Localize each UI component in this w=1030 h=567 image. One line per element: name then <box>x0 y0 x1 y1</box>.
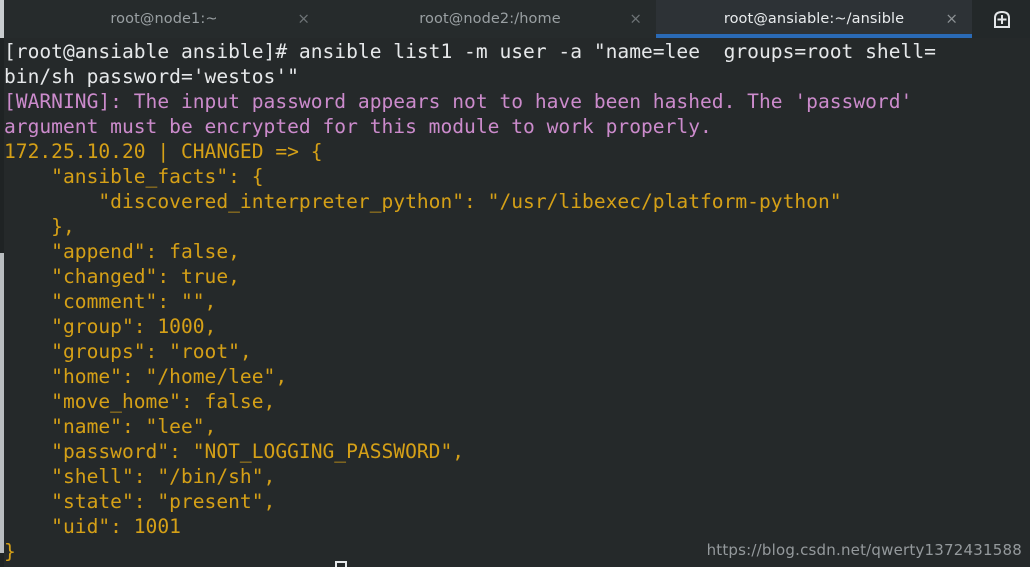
new-tab-icon[interactable] <box>974 0 1030 38</box>
tab-2[interactable]: root@node2:/home × <box>324 0 656 38</box>
terminal-line: "append": false, <box>4 240 240 263</box>
terminal-window: root@node1:~ × root@node2:/home × root@ansia… <box>0 0 1030 567</box>
terminal-line: "password": "NOT_LOGGING_PASSWORD", <box>4 440 465 463</box>
terminal-line: "name": "lee", <box>4 415 217 438</box>
tab-3[interactable]: root@ansiable:~/ansible × <box>656 0 972 38</box>
terminal-line: "comment": "", <box>4 290 217 313</box>
tab-bar: root@node1:~ × root@node2:/home × root@ansia… <box>0 0 1030 38</box>
terminal-line: "changed": true, <box>4 265 240 288</box>
terminal-line: "group": 1000, <box>4 315 217 338</box>
watermark-text: https://blog.csdn.net/qwerty1372431588 <box>706 541 1022 559</box>
terminal-line: "discovered_interpreter_python": "/usr/l… <box>4 190 842 213</box>
terminal-line: 172.25.10.20 | CHANGED => { <box>4 140 323 163</box>
terminal-line: [root@ansiable ansible]# ansible list1 -… <box>4 40 936 63</box>
tab-list: root@node1:~ × root@node2:/home × root@ansia… <box>4 0 972 38</box>
tab-close-icon[interactable]: × <box>945 11 958 27</box>
tab-label: root@node1:~ <box>110 11 218 27</box>
tab-label: root@ansiable:~/ansible <box>723 11 905 27</box>
terminal-line: "ansible_facts": { <box>4 165 264 188</box>
terminal-text: [root@ansiable ansible]# ansible list1 -… <box>4 38 1030 564</box>
terminal-line: [WARNING]: The input password appears no… <box>4 90 913 113</box>
terminal-line: "home": "/home/lee", <box>4 365 288 388</box>
terminal-line: "state": "present", <box>4 490 276 513</box>
tab-close-icon[interactable]: × <box>629 11 642 27</box>
terminal-line: bin/sh password='westos'" <box>4 65 299 88</box>
terminal-line: argument must be encrypted for this modu… <box>4 115 712 138</box>
tab-close-icon[interactable]: × <box>297 11 310 27</box>
terminal-line: }, <box>4 215 75 238</box>
terminal-line: "groups": "root", <box>4 340 252 363</box>
terminal-line: "shell": "/bin/sh", <box>4 465 276 488</box>
terminal-cursor <box>335 561 347 567</box>
terminal-line: "uid": 1001 <box>4 515 181 538</box>
tab-label: root@node2:/home <box>419 11 561 27</box>
terminal-output-area[interactable]: [root@ansiable ansible]# ansible list1 -… <box>0 38 1030 567</box>
terminal-line: "move_home": false, <box>4 390 276 413</box>
tab-1[interactable]: root@node1:~ × <box>4 0 324 38</box>
